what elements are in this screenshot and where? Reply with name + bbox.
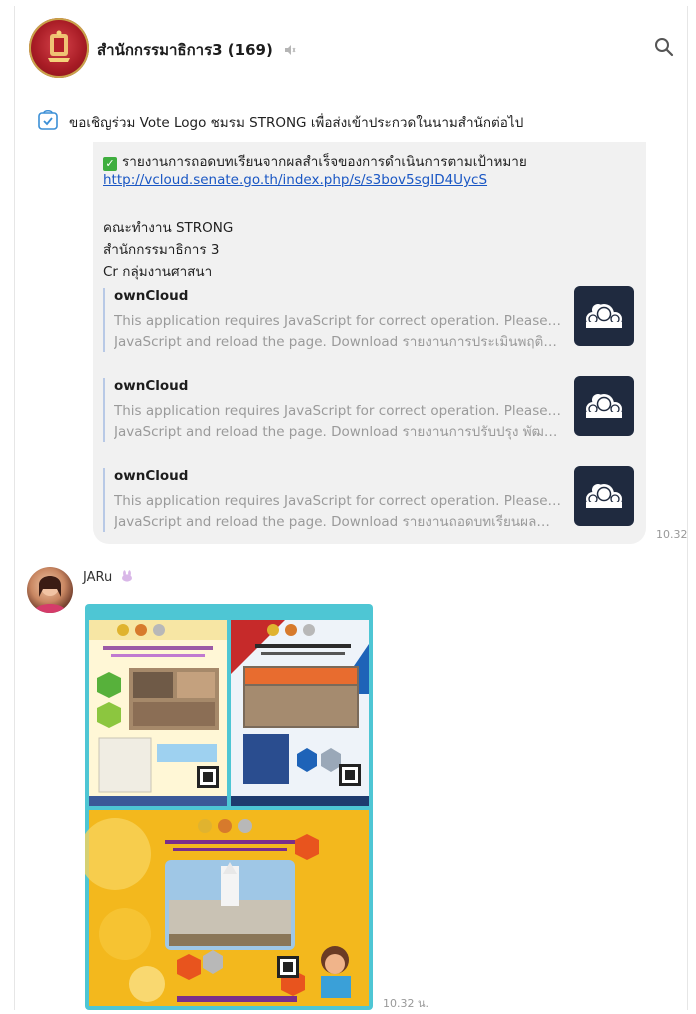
link-preview-1[interactable]: ownCloud This application requires JavaS… bbox=[103, 286, 635, 352]
owncloud-logo-icon bbox=[574, 466, 634, 526]
bunny-emoji-icon bbox=[122, 570, 133, 582]
group-name: สำนักกรรมาธิการ3 (169) bbox=[97, 41, 273, 59]
search-icon[interactable] bbox=[653, 36, 675, 58]
link-preview-2[interactable]: ownCloud This application requires JavaS… bbox=[103, 376, 635, 442]
message-link[interactable]: http://vcloud.senate.go.th/index.php/s/s… bbox=[103, 172, 487, 188]
preview-title: ownCloud bbox=[114, 468, 189, 484]
chat-header: สำนักกรรมาธิการ3 (169) bbox=[15, 6, 687, 90]
preview-title: ownCloud bbox=[114, 378, 189, 394]
chat-title[interactable]: สำนักกรรมาธิการ3 (169) bbox=[97, 38, 296, 62]
owncloud-logo-icon bbox=[574, 286, 634, 346]
chat-window: สำนักกรรมาธิการ3 (169) ขอเชิญร่วม Vote L… bbox=[14, 6, 688, 1010]
preview-title: ownCloud bbox=[114, 288, 189, 304]
group-avatar[interactable] bbox=[29, 18, 89, 78]
report-line: ✓ รายงานการถอดบทเรียนจากผลสำเร็จของการดำเ… bbox=[103, 150, 527, 172]
preview-description: This application requires JavaScript for… bbox=[114, 493, 562, 530]
sender-avatar[interactable] bbox=[27, 567, 73, 613]
image-attachment[interactable] bbox=[85, 604, 373, 1010]
sender-name-row: JARu bbox=[83, 570, 134, 585]
sender-name: JARu bbox=[83, 570, 113, 585]
link-preview-3[interactable]: ownCloud This application requires JavaS… bbox=[103, 466, 635, 532]
image-timestamp: 10.32 น. bbox=[383, 997, 430, 1010]
pinned-text: ขอเชิญร่วม Vote Logo ชมรม STRONG เพื่อส่… bbox=[69, 115, 524, 131]
message-timestamp: 10.32 bbox=[656, 528, 688, 541]
preview-description: This application requires JavaScript for… bbox=[114, 403, 562, 440]
checkbox-icon: ✓ bbox=[103, 157, 117, 171]
pinned-announcement[interactable]: ขอเชิญร่วม Vote Logo ชมรม STRONG เพื่อส่… bbox=[15, 98, 687, 142]
announcement-icon bbox=[38, 109, 58, 130]
office-line: สำนักกรรมาธิการ 3 bbox=[103, 242, 220, 258]
mute-icon bbox=[285, 45, 296, 55]
message-link-row: http://vcloud.senate.go.th/index.php/s/s… bbox=[103, 172, 487, 188]
credit-line: Cr กลุ่มงานศาสนา bbox=[103, 264, 213, 280]
emblem-icon bbox=[48, 30, 70, 62]
team-line: คณะทำงาน STRONG bbox=[103, 220, 234, 236]
report-collage-image bbox=[85, 620, 369, 1006]
preview-description: This application requires JavaScript for… bbox=[114, 313, 562, 350]
owncloud-logo-icon bbox=[574, 376, 634, 436]
message-bubble[interactable]: ✓ รายงานการถอดบทเรียนจากผลสำเร็จของการดำเ… bbox=[93, 142, 646, 544]
